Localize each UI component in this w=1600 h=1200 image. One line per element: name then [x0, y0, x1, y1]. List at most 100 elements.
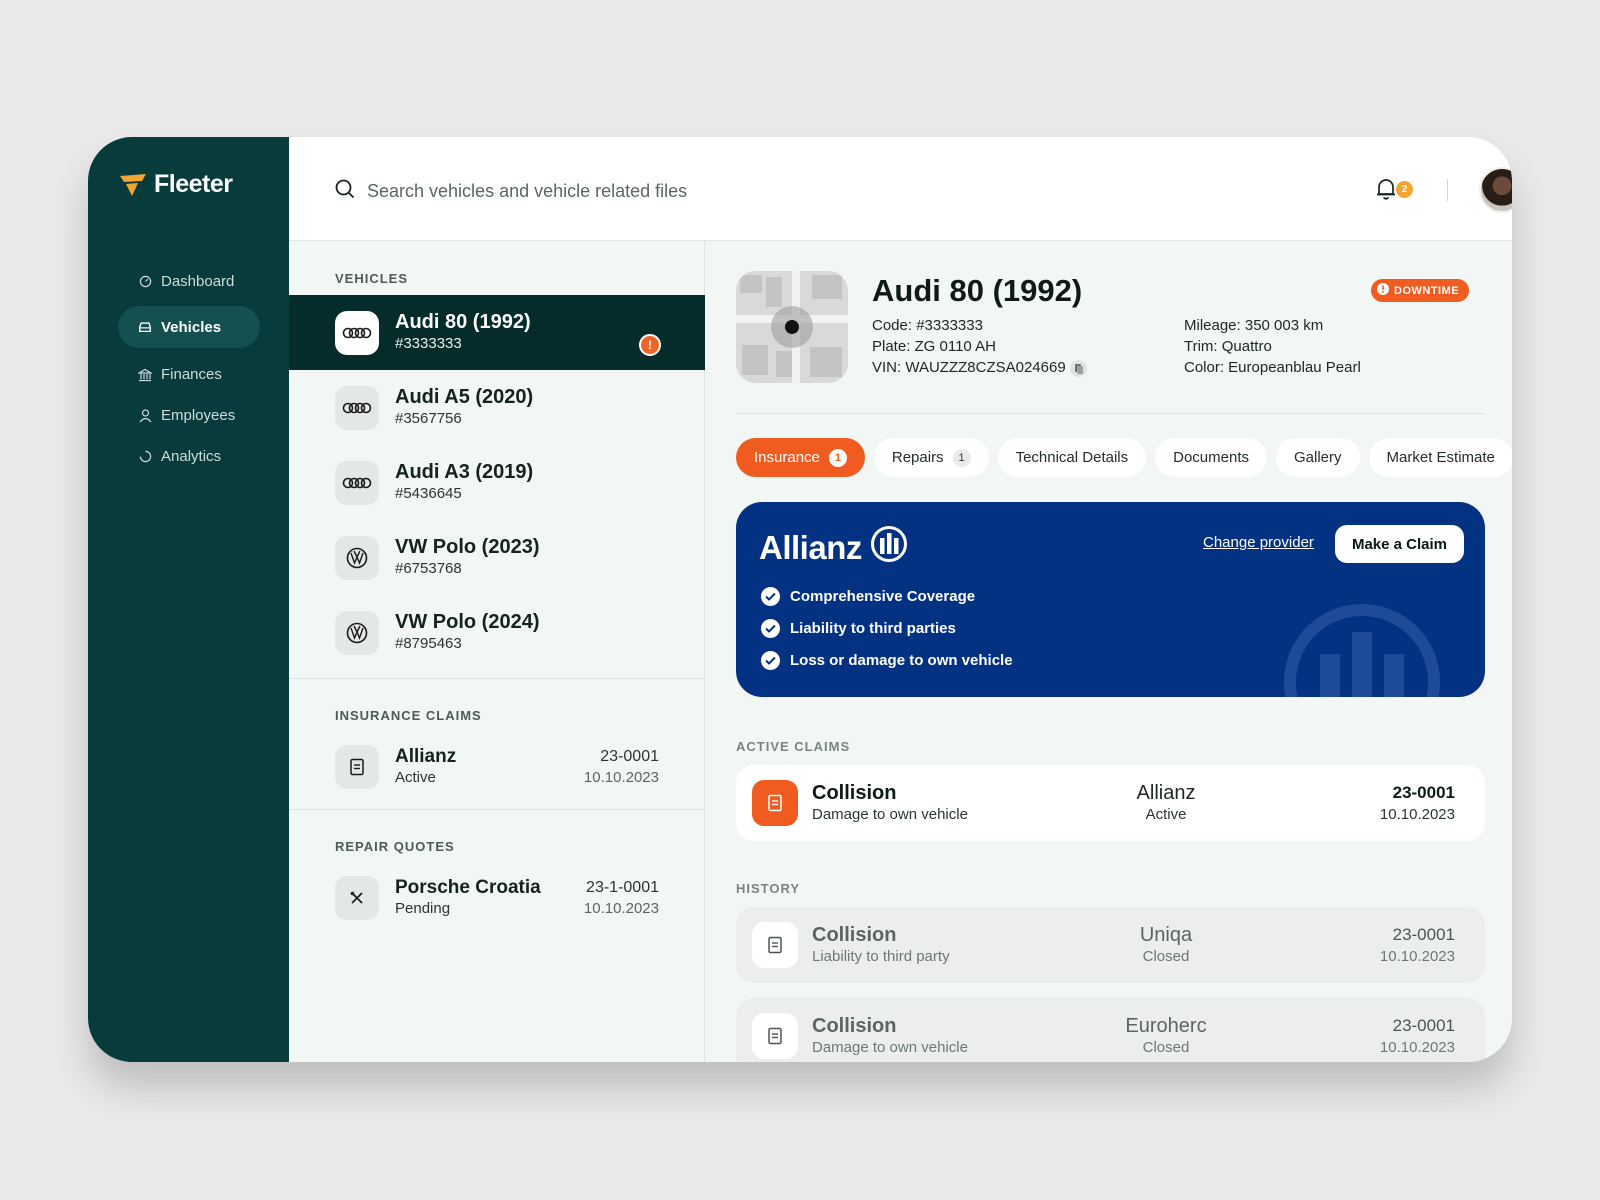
tab-technical-details[interactable]: Technical Details [997, 438, 1147, 477]
allianz-watermark-icon [1284, 604, 1440, 697]
claim-number: 23-0001 [1392, 783, 1455, 802]
location-map[interactable] [736, 271, 848, 383]
copy-icon[interactable] [1069, 359, 1087, 377]
vehicle-list-panel: VEHICLES Audi 80 (1992) #3333333 ! Audi … [289, 241, 705, 1062]
vehicle-trim: Trim: Quattro [1184, 338, 1272, 355]
tab-label: Insurance [754, 449, 820, 466]
repair-quote-item[interactable]: Porsche Croatia Pending 23-1-0001 10.10.… [335, 874, 659, 922]
quote-provider: Porsche Croatia [395, 877, 541, 898]
quote-number: 23-1-0001 [586, 879, 659, 896]
coverage-label: Comprehensive Coverage [790, 587, 976, 605]
claim-subtitle: Damage to own vehicle [812, 806, 968, 823]
vehicle-item[interactable]: VW Polo (2024) #8795463 [289, 595, 705, 670]
active-claim-row[interactable]: Collision Damage to own vehicle Allianz A… [736, 765, 1485, 841]
warning-icon [1377, 283, 1389, 298]
claim-status: Closed [1142, 948, 1190, 965]
tab-repairs[interactable]: Repairs 1 [873, 438, 989, 477]
sidebar-item-label: Vehicles [161, 318, 222, 336]
insurance-claim-item[interactable]: Allianz Active 23-0001 10.10.2023 [335, 743, 659, 791]
alert-icon: ! [639, 334, 661, 356]
check-icon [761, 586, 780, 606]
vehicle-item[interactable]: Audi A5 (2020) #3567756 [289, 370, 705, 445]
check-icon [761, 650, 780, 670]
provider-name: Allianz [759, 529, 862, 566]
avatar[interactable] [1479, 167, 1512, 213]
claim-provider: Allianz [395, 746, 457, 767]
vehicle-code: #6753768 [395, 560, 462, 577]
coverage-item: Comprehensive Coverage [761, 580, 1013, 612]
tab-documents[interactable]: Documents [1155, 438, 1267, 477]
vehicle-item[interactable]: Audi A3 (2019) #5436645 [289, 445, 705, 520]
change-provider-link[interactable]: Change provider [1203, 534, 1314, 551]
tab-label: Technical Details [1015, 449, 1129, 466]
audi-logo-icon [335, 385, 379, 430]
tab-gallery[interactable]: Gallery [1276, 438, 1360, 477]
tab-label: Market Estimate [1386, 449, 1495, 466]
document-icon [752, 780, 798, 826]
claim-date: 10.10.2023 [1379, 948, 1455, 965]
sidebar-item-finances[interactable]: Finances [118, 354, 260, 395]
tab-count: 1 [952, 448, 971, 467]
claim-title: Collision [812, 782, 897, 804]
vehicle-code: Code: #3333333 [872, 317, 983, 334]
document-icon [752, 1013, 798, 1059]
search-bar[interactable]: Search vehicles and vehicle related file… [335, 179, 687, 204]
divider [1447, 179, 1448, 201]
divider [289, 678, 705, 679]
claim-subtitle: Damage to own vehicle [812, 1039, 968, 1056]
sidebar-item-vehicles[interactable]: Vehicles [118, 306, 260, 348]
vehicle-item[interactable]: Audi 80 (1992) #3333333 ! [289, 295, 705, 370]
tab-label: Documents [1173, 449, 1249, 466]
notification-badge: 2 [1396, 181, 1413, 198]
vehicle-color: Color: Europeanblau Pearl [1184, 359, 1361, 376]
vehicle-code: #3333333 [395, 335, 462, 352]
history-claim-row[interactable]: Collision Liability to third party Uniqa… [736, 907, 1485, 983]
sidebar-item-label: Analytics [161, 448, 222, 465]
claim-number: 23-0001 [1392, 1016, 1455, 1035]
search-input[interactable]: Search vehicles and vehicle related file… [367, 181, 687, 202]
chart-circle-icon [138, 450, 152, 464]
tab-insurance[interactable]: Insurance 1 [736, 438, 865, 477]
claim-date: 10.10.2023 [1379, 806, 1455, 823]
vehicle-name: VW Polo (2024) [395, 611, 540, 633]
tab-market-estimate[interactable]: Market Estimate [1368, 438, 1512, 477]
vehicle-code: #5436645 [395, 485, 462, 502]
vehicle-item[interactable]: VW Polo (2023) #6753768 [289, 520, 705, 595]
insurance-claims-label: INSURANCE CLAIMS [335, 708, 482, 723]
fleeter-logo-icon [118, 172, 148, 198]
allianz-logo-icon [870, 525, 908, 571]
coverage-list: Comprehensive Coverage Liability to thir… [761, 580, 1013, 676]
vehicle-code: #3567756 [395, 410, 462, 427]
sidebar-item-analytics[interactable]: Analytics [118, 436, 260, 477]
tab-label: Repairs [891, 449, 944, 466]
claim-provider: Euroherc [1125, 1015, 1207, 1037]
divider [736, 413, 1485, 414]
sidebar-item-label: Dashboard [161, 273, 235, 290]
tools-icon [335, 876, 379, 920]
app-name: Fleeter [154, 170, 233, 198]
claim-title: Collision [812, 1015, 897, 1037]
vehicle-title: Audi 80 (1992) [872, 273, 1083, 308]
logo[interactable]: Fleeter [118, 170, 233, 199]
history-label: HISTORY [736, 881, 801, 896]
vw-logo-icon [335, 610, 379, 655]
claim-date: 10.10.2023 [583, 769, 659, 786]
history-claim-row[interactable]: Collision Damage to own vehicle Euroherc… [736, 998, 1485, 1062]
claim-date: 10.10.2023 [1379, 1039, 1455, 1056]
claim-provider: Uniqa [1139, 924, 1193, 946]
sidebar-item-label: Finances [161, 366, 222, 383]
vehicle-name: VW Polo (2023) [395, 536, 540, 558]
vehicle-vin-row: VIN: WAUZZZ8CZSA024669 [872, 357, 1087, 378]
check-icon [761, 618, 780, 638]
make-claim-button[interactable]: Make a Claim [1335, 525, 1464, 563]
sidebar-item-dashboard[interactable]: Dashboard [118, 261, 260, 302]
sidebar-item-employees[interactable]: Employees [118, 395, 260, 436]
vehicle-name: Audi A3 (2019) [395, 461, 534, 483]
quote-status: Pending [395, 900, 451, 917]
sidebar-item-label: Employees [161, 407, 236, 424]
claim-title: Collision [812, 924, 897, 946]
vehicle-plate: Plate: ZG 0110 AH [872, 338, 996, 355]
claim-provider: Allianz [1136, 782, 1196, 804]
claim-status: Closed [1142, 1039, 1190, 1056]
vehicle-specs-right: Mileage: 350 003 km Trim: Quattro Color:… [1184, 315, 1361, 378]
